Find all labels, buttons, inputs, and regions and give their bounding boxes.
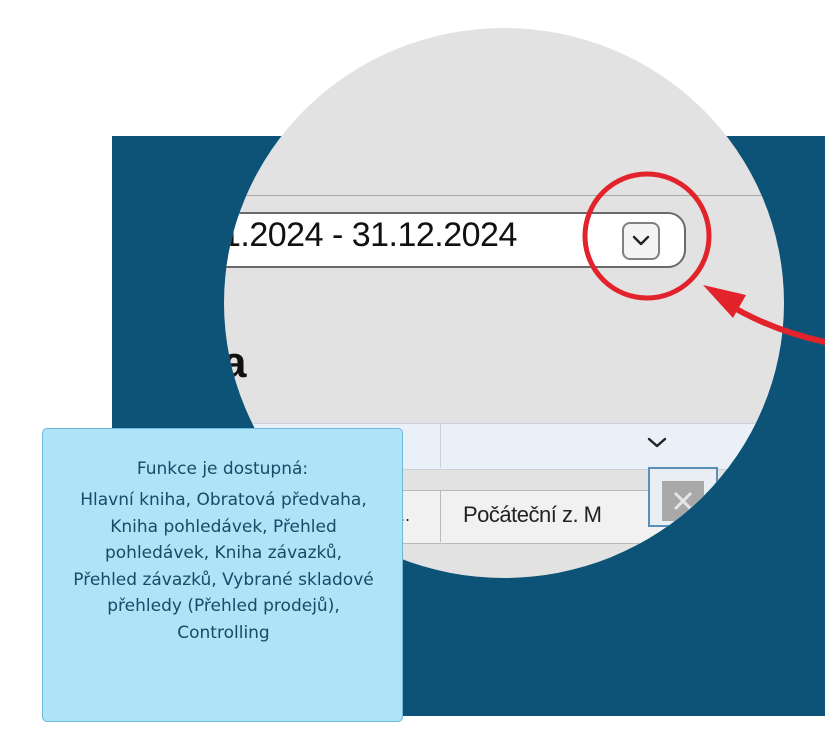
info-title: Funkce je dostupná: [136, 459, 309, 479]
arrow-shaft [723, 300, 825, 345]
info-body: Hlavní kniha, Obratová předvaha, Kniha p… [73, 490, 374, 643]
availability-info-box: Funkce je dostupná: Hlavní kniha, Obrato… [42, 428, 403, 722]
page: 1.2024 - 31.12.2024 a ... Počáteční z. M [0, 0, 825, 750]
highlight-circle [582, 171, 712, 301]
